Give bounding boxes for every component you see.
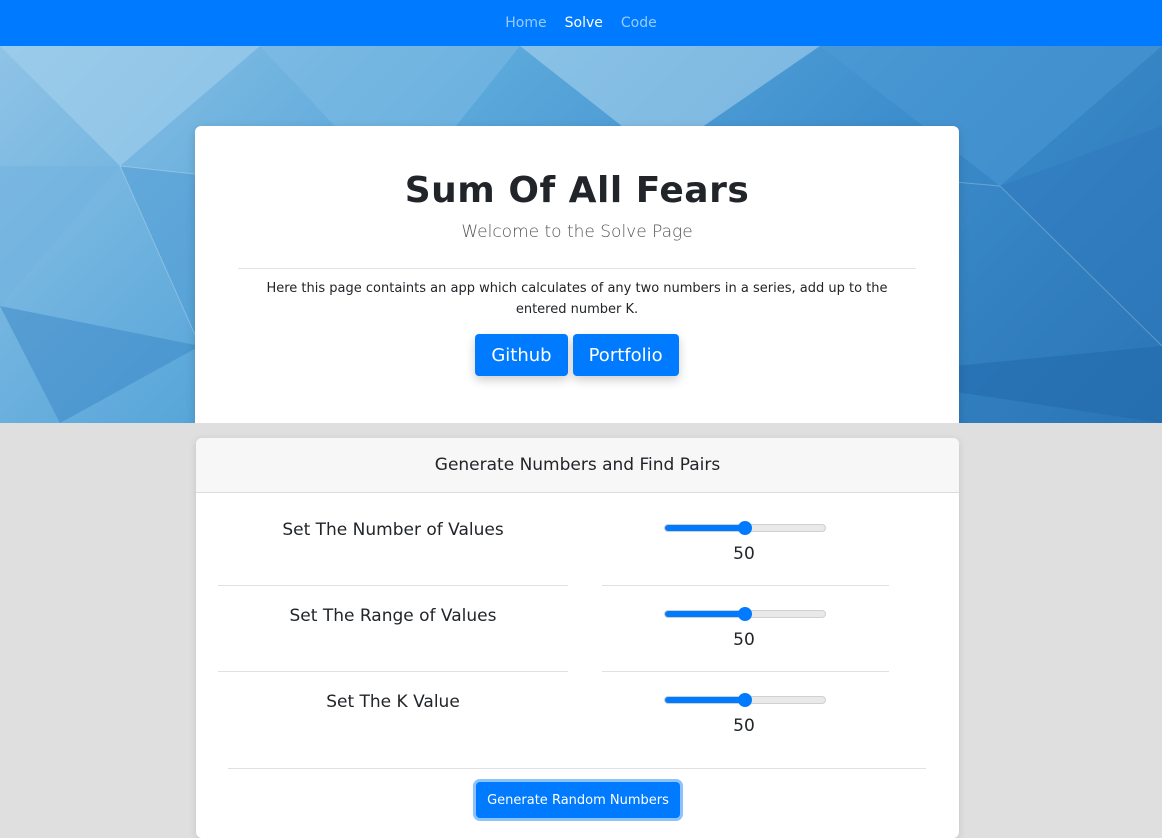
portfolio-button[interactable]: Portfolio [572, 334, 679, 376]
k-value-value: 50 [733, 716, 755, 736]
number-of-values-row: Set The Number of Values 50 [196, 500, 959, 586]
nav-link-home[interactable]: Home [505, 15, 546, 31]
github-button[interactable]: Github [475, 334, 568, 376]
slider-thumb[interactable] [738, 521, 752, 535]
solve-card: Generate Numbers and Find Pairs Set The … [196, 438, 959, 838]
slider-thumb[interactable] [738, 607, 752, 621]
slider-track[interactable] [664, 607, 826, 621]
hero-banner: Sum Of All Fears Welcome to the Solve Pa… [0, 46, 1162, 423]
slider-track[interactable] [664, 521, 826, 535]
intro-divider [238, 268, 916, 269]
page-title: Sum Of All Fears [404, 170, 750, 211]
slider-fill [665, 611, 745, 617]
nav-link-code[interactable]: Code [621, 15, 657, 31]
top-navbar: Home Solve Code [0, 0, 1162, 46]
nav-link-solve[interactable]: Solve [565, 15, 603, 31]
slider-thumb[interactable] [738, 693, 752, 707]
intro-buttons: Github Portfolio [195, 334, 959, 376]
generate-random-numbers-button[interactable]: Generate Random Numbers [476, 782, 680, 818]
number-of-values-value: 50 [733, 544, 755, 564]
k-value-label: Set The K Value [326, 692, 460, 712]
intro-description: Here this page containts an app which ca… [266, 281, 888, 317]
page-subtitle: Welcome to the Solve Page [461, 222, 693, 242]
k-value-row: Set The K Value 50 [196, 672, 959, 758]
range-of-values-value: 50 [733, 630, 755, 650]
number-of-values-label: Set The Number of Values [282, 520, 504, 540]
range-of-values-label: Set The Range of Values [289, 606, 497, 626]
slider-fill [665, 697, 745, 703]
slider-track[interactable] [664, 693, 826, 707]
slider-fill [665, 525, 745, 531]
solve-card-header: Generate Numbers and Find Pairs [196, 438, 959, 493]
actions-divider [228, 768, 926, 769]
range-of-values-row: Set The Range of Values 50 [196, 586, 959, 672]
intro-card: Sum Of All Fears Welcome to the Solve Pa… [195, 126, 959, 423]
